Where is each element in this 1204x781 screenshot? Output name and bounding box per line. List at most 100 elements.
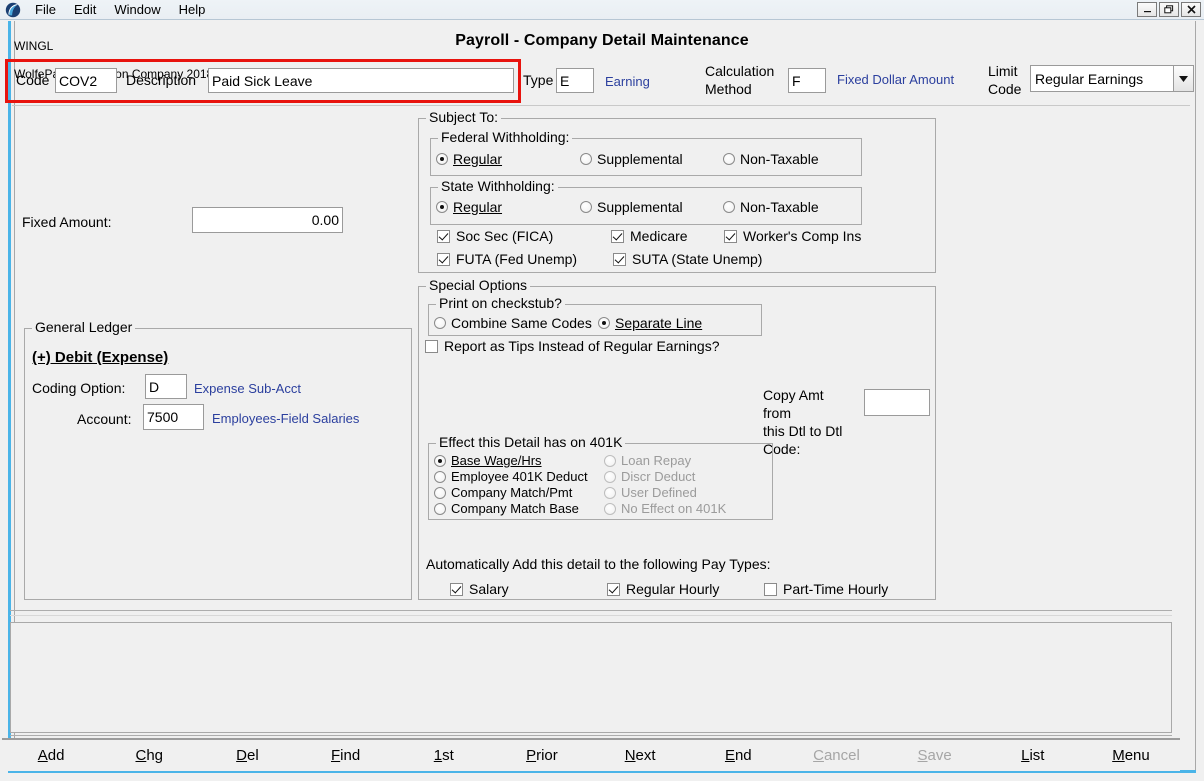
radio-label: Company Match Base bbox=[451, 501, 579, 516]
radio-label: Supplemental bbox=[597, 151, 683, 167]
limit-code-value: Regular Earnings bbox=[1035, 71, 1173, 87]
toolbar-button-cancel: Cancel bbox=[787, 747, 885, 764]
type-input[interactable] bbox=[556, 68, 594, 93]
radio-discr-deduct[interactable]: Discr Deduct bbox=[604, 469, 695, 484]
radio-dot-icon bbox=[723, 153, 735, 165]
print-on-checkstub-title: Print on checkstub? bbox=[436, 296, 565, 310]
radio-user-defined[interactable]: User Defined bbox=[604, 485, 697, 500]
checkbox-label: Soc Sec (FICA) bbox=[456, 228, 553, 244]
header-divider bbox=[12, 105, 1190, 106]
menu-item-edit[interactable]: Edit bbox=[65, 1, 105, 19]
bottom-content-panel bbox=[10, 622, 1172, 733]
checkbox-workers-comp-ins[interactable]: Worker's Comp Ins bbox=[724, 228, 861, 244]
radio-label: Loan Repay bbox=[621, 453, 691, 468]
checkbox-futa-fed-unemp[interactable]: FUTA (Fed Unemp) bbox=[437, 251, 577, 267]
account-description: Employees-Field Salaries bbox=[212, 411, 359, 426]
checkbox-box-icon bbox=[437, 230, 450, 243]
coding-option-description: Expense Sub-Acct bbox=[194, 381, 301, 396]
radio-combine-same-codes[interactable]: Combine Same Codes bbox=[434, 315, 592, 331]
limit-code-select[interactable]: Regular Earnings bbox=[1030, 65, 1194, 92]
toolbar-button-add[interactable]: Add bbox=[2, 747, 100, 764]
copy-amount-input[interactable] bbox=[864, 389, 930, 416]
description-input[interactable] bbox=[208, 68, 514, 93]
auto-add-pay-types-label: Automatically Add this detail to the fol… bbox=[426, 556, 771, 572]
restore-icon[interactable] bbox=[1159, 2, 1179, 17]
radio-dot-icon bbox=[434, 317, 446, 329]
radio-label: Non-Taxable bbox=[740, 199, 819, 215]
checkbox-pay-type-regular-hourly[interactable]: Regular Hourly bbox=[607, 581, 719, 597]
checkbox-label: Regular Hourly bbox=[626, 581, 719, 597]
toolbar-button-list[interactable]: List bbox=[984, 747, 1082, 764]
toolbar-button-1st[interactable]: 1st bbox=[395, 747, 493, 764]
toolbar-button-menu[interactable]: Menu bbox=[1082, 747, 1180, 764]
general-ledger-group: General Ledger bbox=[24, 328, 412, 600]
menu-item-help[interactable]: Help bbox=[170, 1, 215, 19]
page-title: Payroll - Company Detail Maintenance bbox=[0, 32, 1204, 50]
fixed-amount-input[interactable] bbox=[192, 207, 343, 233]
fixed-amount-label: Fixed Amount: bbox=[22, 214, 112, 230]
radio-dot-icon bbox=[580, 153, 592, 165]
code-input[interactable] bbox=[55, 68, 117, 93]
toolbar-button-next[interactable]: Next bbox=[591, 747, 689, 764]
radio-dot-icon bbox=[723, 201, 735, 213]
code-label: Code bbox=[16, 72, 49, 88]
checkbox-label: FUTA (Fed Unemp) bbox=[456, 251, 577, 267]
radio-label: Combine Same Codes bbox=[451, 315, 592, 331]
checkbox-suta-state-unemp[interactable]: SUTA (State Unemp) bbox=[613, 251, 762, 267]
menu-bar: File Edit Window Help bbox=[0, 0, 1204, 20]
radio-label: User Defined bbox=[621, 485, 697, 500]
radio-dot-icon bbox=[436, 153, 448, 165]
chevron-down-icon[interactable] bbox=[1173, 66, 1193, 91]
radio-dot-icon bbox=[604, 455, 616, 467]
checkbox-pay-type-salary[interactable]: Salary bbox=[450, 581, 509, 597]
coding-option-input[interactable] bbox=[145, 374, 187, 399]
radio-label: Regular bbox=[453, 199, 502, 215]
radio-label: Supplemental bbox=[597, 199, 683, 215]
minimize-icon[interactable] bbox=[1137, 2, 1157, 17]
toolbar-button-del[interactable]: Del bbox=[198, 747, 296, 764]
checkbox-soc-sec-fica[interactable]: Soc Sec (FICA) bbox=[437, 228, 553, 244]
radio-state-regular[interactable]: Regular bbox=[436, 199, 502, 215]
toolbar-button-end[interactable]: End bbox=[689, 747, 787, 764]
checkbox-pay-type-part-time-hourly[interactable]: Part-Time Hourly bbox=[764, 581, 888, 597]
toolbar-button-chg[interactable]: Chg bbox=[100, 747, 198, 764]
radio-label: Separate Line bbox=[615, 315, 702, 331]
account-input[interactable] bbox=[143, 404, 204, 430]
radio-loan-repay[interactable]: Loan Repay bbox=[604, 453, 691, 468]
checkbox-box-icon bbox=[724, 230, 737, 243]
radio-dot-icon bbox=[604, 471, 616, 483]
radio-company-match-base[interactable]: Company Match Base bbox=[434, 501, 579, 516]
effect-401k-title: Effect this Detail has on 401K bbox=[436, 435, 625, 449]
checkbox-box-icon bbox=[425, 340, 438, 353]
toolbar-button-find[interactable]: Find bbox=[297, 747, 395, 764]
menu-item-list: File Edit Window Help bbox=[26, 1, 214, 19]
radio-company-match-pmt[interactable]: Company Match/Pmt bbox=[434, 485, 572, 500]
radio-separate-line[interactable]: Separate Line bbox=[598, 315, 702, 331]
checkbox-box-icon bbox=[613, 253, 626, 266]
radio-no-effect-on-401k[interactable]: No Effect on 401K bbox=[604, 501, 726, 516]
toolbar-button-prior[interactable]: Prior bbox=[493, 747, 591, 764]
radio-state-nontaxable[interactable]: Non-Taxable bbox=[723, 199, 819, 215]
menu-item-file[interactable]: File bbox=[26, 1, 65, 19]
toolbar-button-save: Save bbox=[886, 747, 984, 764]
radio-federal-supplemental[interactable]: Supplemental bbox=[580, 151, 683, 167]
description-label: Description bbox=[126, 72, 196, 88]
radio-dot-icon bbox=[580, 201, 592, 213]
special-options-title: Special Options bbox=[426, 278, 530, 292]
menu-item-window[interactable]: Window bbox=[105, 1, 169, 19]
close-icon[interactable] bbox=[1181, 2, 1201, 17]
checkbox-medicare[interactable]: Medicare bbox=[611, 228, 688, 244]
copy-amount-label: Copy Amt from this Dtl to Dtl Code: bbox=[763, 386, 855, 458]
radio-employee-401k-deduct[interactable]: Employee 401K Deduct bbox=[434, 469, 588, 484]
checkbox-report-as-tips[interactable]: Report as Tips Instead of Regular Earnin… bbox=[425, 338, 720, 354]
radio-state-supplemental[interactable]: Supplemental bbox=[580, 199, 683, 215]
calculation-method-description: Fixed Dollar Amount bbox=[837, 72, 954, 87]
radio-label: Employee 401K Deduct bbox=[451, 469, 588, 484]
debit-expense-heading: (+) Debit (Expense) bbox=[32, 349, 168, 366]
radio-label: Non-Taxable bbox=[740, 151, 819, 167]
radio-federal-regular[interactable]: Regular bbox=[436, 151, 502, 167]
calculation-method-input[interactable] bbox=[788, 68, 826, 93]
radio-base-wage-hrs[interactable]: Base Wage/Hrs bbox=[434, 453, 542, 468]
radio-federal-nontaxable[interactable]: Non-Taxable bbox=[723, 151, 819, 167]
radio-dot-icon bbox=[598, 317, 610, 329]
